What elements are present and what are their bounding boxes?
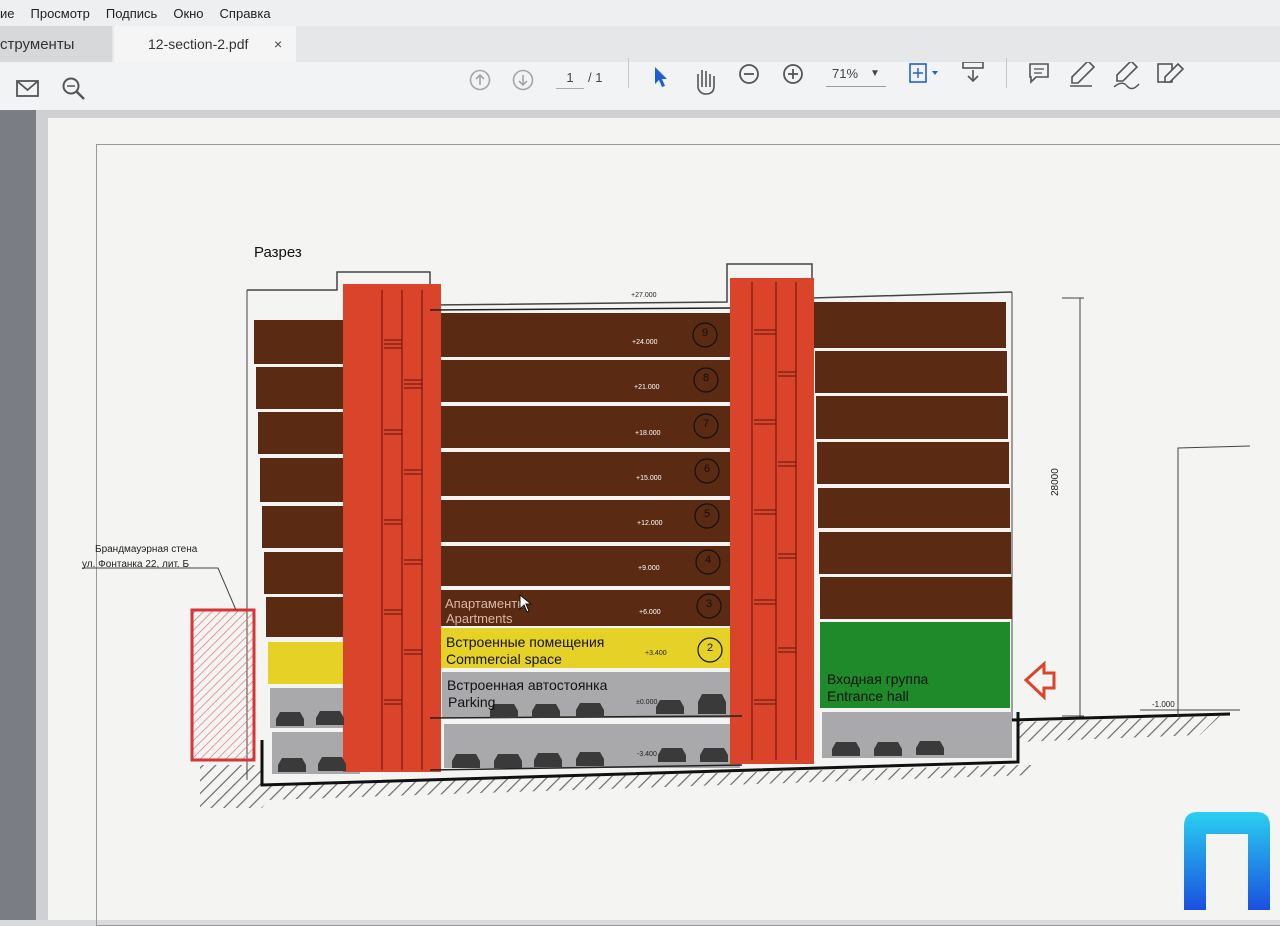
floor-number: 8 — [702, 372, 710, 384]
level-mark: +12.000 — [637, 520, 663, 527]
level-mark: +6.000 — [639, 609, 661, 616]
floor-number: 4 — [704, 554, 712, 566]
level-mark: +27.000 — [631, 292, 657, 299]
firewall-leader — [82, 567, 237, 611]
floor-number: 3 — [705, 598, 713, 610]
level-mark: +21.000 — [634, 384, 660, 391]
section-drawing — [82, 263, 1251, 808]
center-apartments — [430, 313, 740, 626]
level-mark: +3.400 — [645, 650, 667, 657]
floor-number: 9 — [701, 327, 709, 339]
commercial-label-ru: Встроенные помещения — [446, 634, 605, 650]
level-mark: +18.000 — [635, 430, 661, 437]
ground-level-mark: -1.000 — [1152, 700, 1175, 709]
floor-number: 6 — [703, 463, 711, 475]
apartments-label-en: Apartments — [446, 611, 513, 626]
stair-core-left — [343, 284, 441, 772]
stair-core-right — [730, 278, 814, 764]
floor-number: 5 — [703, 508, 711, 520]
app-logo-icon — [1184, 812, 1270, 910]
left-wing-apartments — [254, 320, 352, 637]
ground-hatch-left — [200, 765, 262, 808]
level-mark: +9.000 — [638, 565, 660, 572]
level-mark: -3.400 — [637, 751, 657, 758]
right-wing-apartments — [814, 302, 1012, 619]
floor-number: 7 — [702, 418, 710, 430]
entrance-label-ru: Входная группа — [827, 671, 929, 687]
parking-label-ru: Встроенная автостоянка — [447, 677, 608, 693]
entrance-label-en: Entrance hall — [827, 688, 909, 704]
commercial-label-en: Commercial space — [446, 651, 562, 667]
level-mark: +24.000 — [632, 339, 658, 346]
apartments-label-ru: Апартаменты — [445, 596, 527, 611]
height-dimension: 28000 — [1050, 468, 1061, 496]
level-mark: +15.000 — [636, 475, 662, 482]
drawing-title: Разрез — [254, 244, 302, 261]
level-mark: ±0.000 — [636, 699, 658, 706]
entrance-arrow-icon — [1023, 660, 1056, 701]
commercial-left — [268, 642, 356, 684]
mouse-cursor-icon — [519, 594, 533, 613]
floor-number: 2 — [706, 642, 714, 654]
dimension-lines — [1062, 297, 1251, 717]
firewall-label-1: Брандмауэрная стена — [95, 544, 198, 555]
firewall — [190, 608, 256, 762]
parking-label-en: Parking — [448, 694, 496, 710]
firewall-label-2: ул. Фонтанка 22, лит. Б — [82, 559, 190, 570]
